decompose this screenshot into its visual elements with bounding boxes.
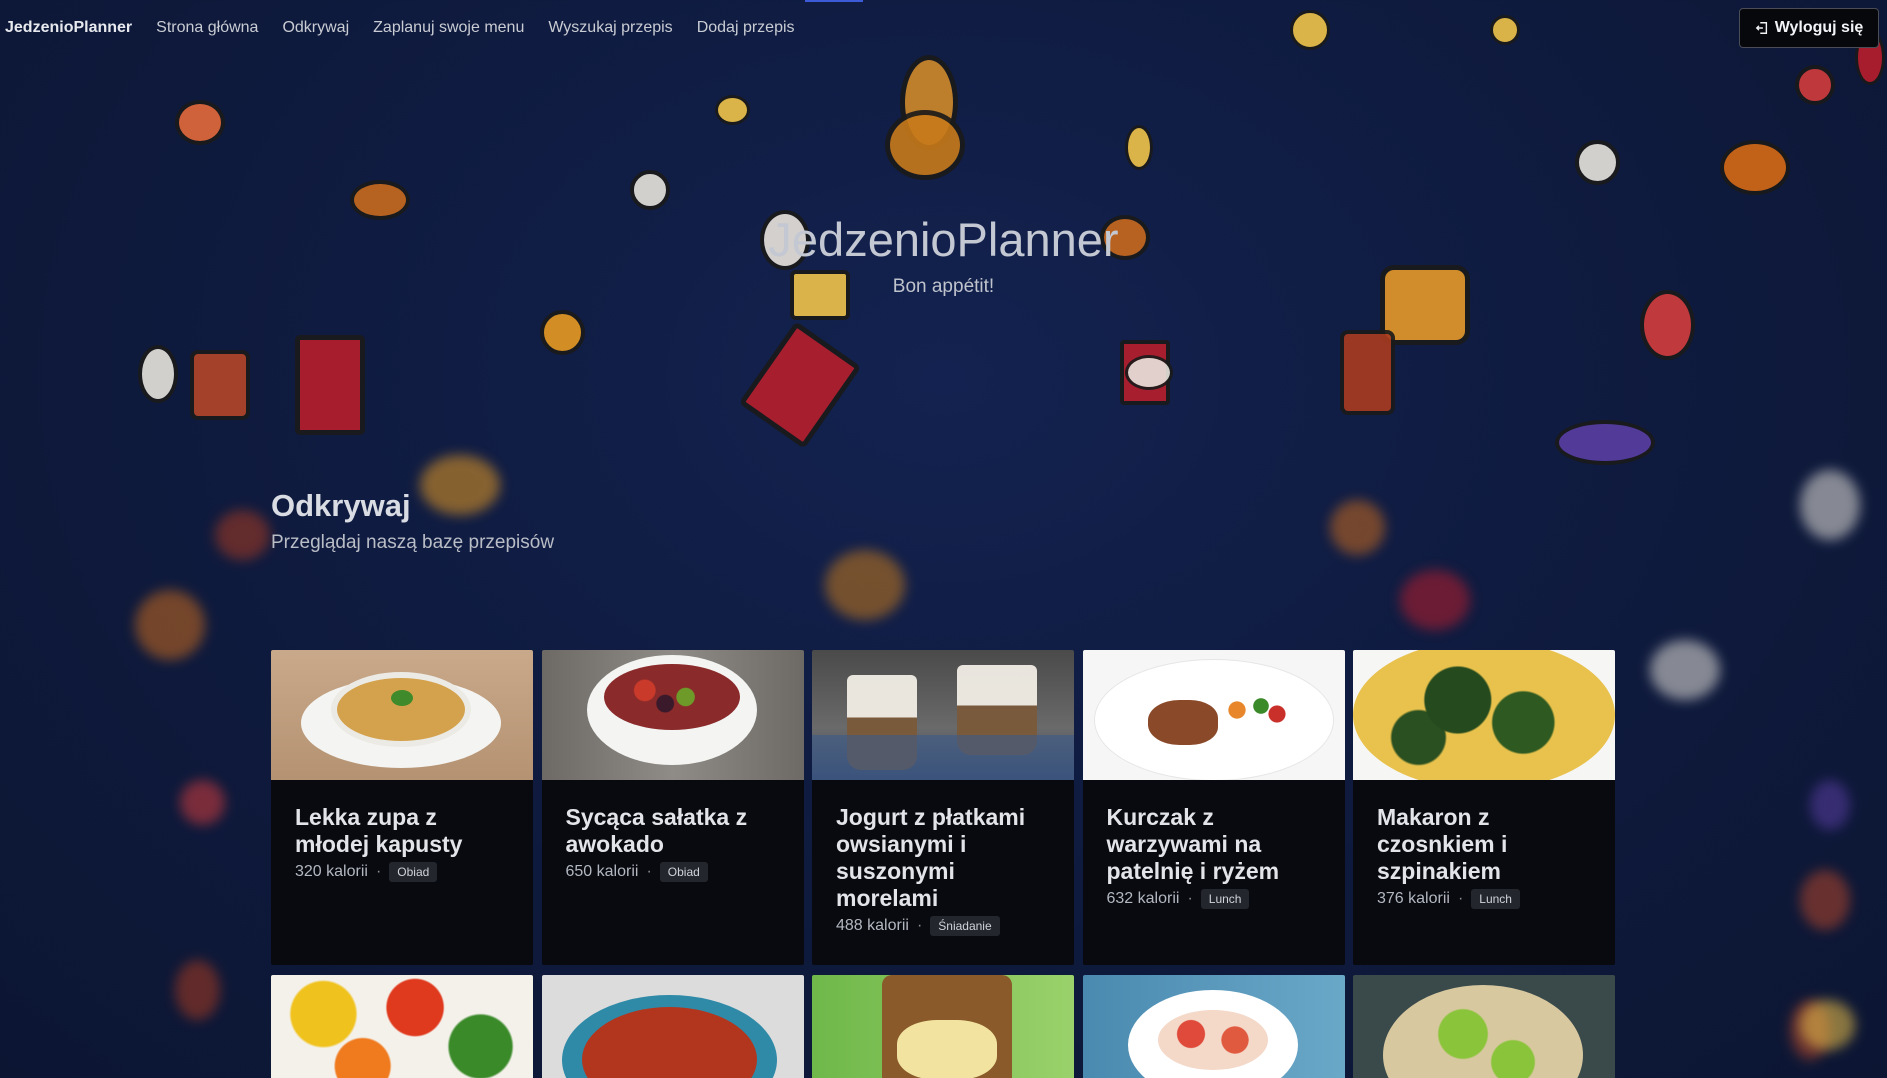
recipe-tag-badge: Lunch [1471, 889, 1520, 909]
nav-link-add-recipe[interactable]: Dodaj przepis [697, 19, 795, 37]
recipe-tag-badge: Śniadanie [930, 916, 1000, 936]
recipe-image [271, 650, 533, 780]
recipe-image [541, 975, 804, 1078]
recipe-card[interactable]: Lekka zupa z młodej kapusty 320 kalorii … [271, 650, 533, 965]
active-indicator [805, 0, 863, 2]
recipe-calories: 650 kalorii [565, 863, 639, 880]
recipe-card[interactable] [1082, 975, 1345, 1078]
recipe-card[interactable] [1353, 975, 1615, 1078]
recipe-image [812, 975, 1074, 1078]
nav-link-plan-menu[interactable]: Zaplanuj swoje menu [373, 19, 524, 37]
recipe-calories: 488 kalorii [836, 917, 909, 934]
recipe-title: Sycąca sałatka z awokado [565, 804, 748, 857]
logout-button-label: Wyloguj się [1774, 19, 1864, 36]
recipe-tag-badge: Obiad [389, 862, 438, 882]
recipe-image [1353, 650, 1615, 780]
section-subtitle: Przeglądaj naszą bazę przepisów [271, 532, 555, 553]
recipe-card[interactable]: Makaron z czosnkiem i szpinakiem 376 kal… [1353, 650, 1615, 965]
separator-dot: · [375, 863, 382, 880]
separator-dot: · [646, 863, 652, 880]
recipe-card[interactable] [812, 975, 1074, 1078]
recipe-card[interactable] [271, 975, 533, 1078]
logout-button[interactable]: Wyloguj się [1739, 8, 1879, 48]
recipe-image [1082, 975, 1345, 1078]
recipe-tag-badge: Lunch [1200, 889, 1250, 909]
recipe-card[interactable]: Sycąca sałatka z awokado 650 kalorii · O… [541, 650, 804, 965]
nav-link-search-recipe[interactable]: Wyszukaj przepis [548, 19, 672, 37]
hero-title: JedzenioPlanner [768, 213, 1119, 266]
nav-link-discover[interactable]: Odkrywaj [282, 19, 349, 37]
recipe-image [271, 975, 533, 1078]
section-title: Odkrywaj [271, 488, 411, 523]
recipe-calories: 632 kalorii [1106, 890, 1180, 907]
recipe-title: Jogurt z płatkami owsianymi i suszonymi … [836, 804, 1026, 911]
recipe-card[interactable] [541, 975, 804, 1078]
recipe-title: Lekka zupa z młodej kapusty [295, 804, 463, 857]
recipe-card[interactable]: Kurczak z warzywami na patelnię i ryżem … [1082, 650, 1345, 965]
nav-link-home[interactable]: Strona główna [156, 19, 258, 37]
recipe-title: Makaron z czosnkiem i szpinakiem [1377, 804, 1508, 884]
recipe-card[interactable]: Jogurt z płatkami owsianymi i suszonymi … [812, 650, 1074, 965]
hero-subtitle: Bon appétit! [892, 276, 995, 297]
recipe-grid: Lekka zupa z młodej kapusty 320 kalorii … [271, 650, 1615, 1078]
recipe-title: Kurczak z warzywami na patelnię i ryżem [1106, 804, 1280, 884]
separator-dot: · [1187, 890, 1193, 907]
recipe-calories: 320 kalorii [295, 863, 368, 880]
recipe-image [812, 650, 1074, 780]
separator-dot: · [916, 917, 923, 934]
top-navbar: JedzenioPlanner Strona główna Odkrywaj Z… [0, 0, 1887, 56]
recipe-image [1082, 650, 1345, 780]
recipe-image [541, 650, 804, 780]
brand-logo[interactable]: JedzenioPlanner [5, 19, 132, 37]
separator-dot: · [1457, 890, 1464, 907]
recipe-calories: 376 kalorii [1377, 890, 1450, 907]
recipe-image [1353, 975, 1615, 1078]
recipe-tag-badge: Obiad [659, 862, 708, 882]
logout-icon [1755, 22, 1767, 34]
